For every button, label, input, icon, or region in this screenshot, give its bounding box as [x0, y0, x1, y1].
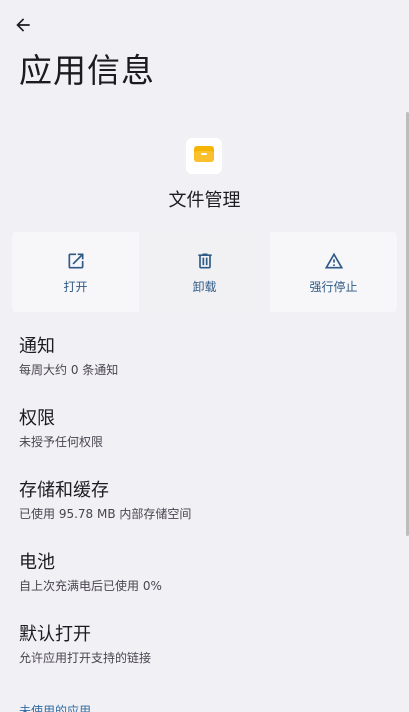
open-button[interactable]: 打开 [12, 232, 139, 312]
app-info-screen: 应用信息 文件管理 打开 卸载 强行停止 通知 每周大约 0 条通知 权限 未授… [0, 0, 409, 712]
setting-open-by-default[interactable]: 默认打开 允许应用打开支持的链接 [19, 624, 389, 666]
open-external-icon [65, 250, 87, 272]
warning-icon [323, 250, 345, 272]
trash-icon [194, 250, 216, 272]
action-bar: 打开 卸载 强行停止 [12, 232, 397, 312]
setting-subtitle: 允许应用打开支持的链接 [19, 651, 152, 665]
setting-title: 存储和缓存 [19, 480, 109, 501]
uninstall-label: 卸载 [192, 279, 217, 294]
setting-battery[interactable]: 电池 自上次充满电后已使用 0% [19, 552, 389, 594]
force-stop-label: 强行停止 [309, 279, 358, 294]
arrow-left-icon [13, 15, 33, 39]
app-name: 文件管理 [168, 190, 241, 211]
setting-subtitle: 未授予任何权限 [19, 435, 104, 449]
setting-title: 通知 [19, 336, 55, 357]
uninstall-button[interactable]: 卸载 [141, 232, 268, 312]
setting-title: 默认打开 [19, 624, 91, 645]
folder-icon [193, 144, 215, 168]
app-icon [186, 138, 222, 174]
setting-subtitle: 已使用 95.78 MB 内部存储空间 [19, 507, 192, 521]
open-label: 打开 [63, 279, 88, 294]
setting-permissions[interactable]: 权限 未授予任何权限 [19, 408, 389, 450]
setting-subtitle: 自上次充满电后已使用 0% [19, 579, 162, 593]
back-button[interactable] [10, 14, 36, 40]
setting-subtitle: 每周大约 0 条通知 [19, 363, 119, 377]
force-stop-button[interactable]: 强行停止 [270, 232, 397, 312]
setting-storage[interactable]: 存储和缓存 已使用 95.78 MB 内部存储空间 [19, 480, 389, 522]
setting-notifications[interactable]: 通知 每周大约 0 条通知 [19, 336, 389, 378]
setting-title: 电池 [19, 552, 55, 573]
unused-apps-section-header: 未使用的应用 [19, 704, 92, 712]
setting-title: 权限 [19, 408, 55, 429]
page-title: 应用信息 [19, 51, 155, 90]
